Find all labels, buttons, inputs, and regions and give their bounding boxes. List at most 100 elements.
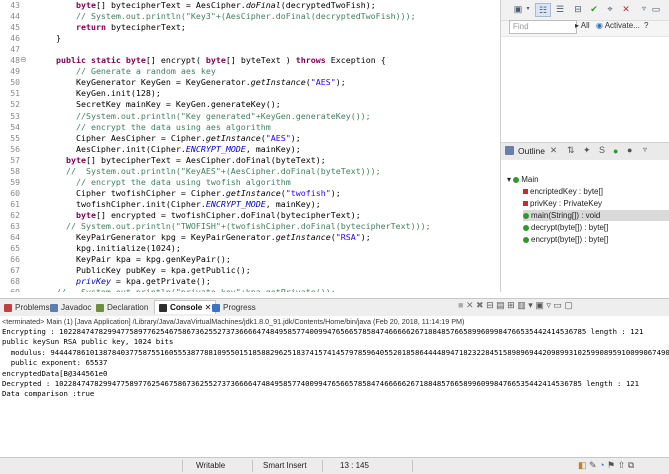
code-token: AesCipher.init(Cipher. — [36, 143, 186, 154]
tray-icon[interactable]: ⚑ — [607, 460, 615, 470]
code-line[interactable]: PublicKey pubKey = kpa.getPublic(); — [36, 265, 251, 276]
tab-console[interactable]: Console ✕ — [154, 300, 217, 314]
task-list-area — [501, 36, 669, 143]
view-menu-icon[interactable]: ▿ — [643, 145, 647, 154]
code-line[interactable]: KeyGen.init(128); — [36, 88, 161, 99]
collapse-all-icon[interactable]: ⊟ — [571, 3, 585, 15]
outline-member-item[interactable]: encrypt(byte[]) : byte[] — [523, 234, 608, 245]
remove-launch-icon[interactable]: ✕ — [466, 300, 474, 310]
remove-all-icon[interactable]: ✖ — [476, 300, 484, 310]
code-token: PublicKey pubKey = kpa.getPublic(); — [36, 265, 251, 276]
code-line[interactable]: kpg.initialize(1024); — [36, 243, 181, 254]
code-line[interactable]: Cipher twofishCipher = Cipher.getInstanc… — [36, 188, 341, 199]
terminate-icon[interactable]: ■ — [458, 300, 463, 310]
code-line[interactable]: // encrypt the data using aes algorithm — [36, 122, 271, 133]
word-wrap-icon[interactable]: ▥ — [517, 300, 526, 310]
code-line[interactable]: Cipher AesCipher = Cipher.getInstance("A… — [36, 133, 301, 144]
hide-local-types-icon[interactable]: ● — [627, 145, 632, 155]
outline-member-item[interactable]: main(String[]) : void — [523, 210, 669, 221]
class-icon — [513, 176, 520, 183]
code-line[interactable]: privKey = kpa.getPrivate(); — [36, 276, 211, 287]
code-line[interactable]: byte[] bytecipherText = AesCipher.doFina… — [36, 155, 326, 166]
outline-member-item[interactable]: privKey : PrivateKey — [523, 198, 602, 209]
sync-icon[interactable]: ✔ — [587, 3, 601, 15]
code-line[interactable]: KeyPair kpa = kpg.genKeyPair(); — [36, 254, 231, 265]
tray-icon[interactable]: ◧ — [578, 460, 587, 470]
code-line[interactable]: // System.out.println("private key"+kpa.… — [36, 287, 336, 292]
code-line[interactable]: public static byte[] encrypt( byte[] byt… — [36, 55, 386, 66]
console-line: Encrypting : 102284747829947758977625467… — [2, 327, 644, 336]
chevron-right-icon[interactable]: ▸ — [575, 21, 579, 30]
open-console-icon[interactable]: ▣ — [535, 300, 544, 310]
tray-icon[interactable]: ⧉ — [628, 460, 634, 470]
code-line[interactable]: } — [36, 33, 61, 44]
clear-console-icon[interactable]: ▤ — [496, 300, 505, 310]
code-line[interactable]: // System.out.println("Key3"+(AesCipher.… — [36, 11, 416, 22]
code-line[interactable]: // System.out.println("TWOFISH"+(twofish… — [36, 221, 431, 232]
code-line[interactable]: AesCipher.init(Cipher.ENCRYPT_MODE, main… — [36, 144, 301, 155]
tray-icon[interactable]: ⇧ — [618, 460, 626, 470]
sort-icon[interactable]: ⇅ — [567, 145, 575, 156]
outline-class-item[interactable]: ▾ Main — [507, 174, 539, 185]
code-token: ); — [360, 232, 371, 243]
view-menu-icon[interactable]: ▿ — [546, 300, 551, 310]
tab-declaration[interactable]: Declaration — [96, 301, 148, 314]
line-number: 58 — [10, 165, 20, 176]
code-line[interactable]: twofishCipher.init(Cipher.ENCRYPT_MODE, … — [36, 199, 321, 210]
outline-member-item[interactable]: decrypt(byte[]) : byte[] — [523, 222, 608, 233]
close-icon[interactable]: ✕ — [550, 145, 557, 156]
code-token: //System.out.println("Key generated"+Key… — [36, 110, 371, 121]
dropdown-arrow-icon[interactable]: ▾ — [521, 3, 535, 15]
code-line[interactable]: byte[] encrypted = twofishCipher.doFinal… — [36, 210, 361, 221]
display-selected-icon[interactable]: ▾ — [528, 300, 533, 310]
outline-member-item[interactable]: encriptedKey : byte[] — [523, 186, 603, 197]
pin-icon[interactable]: ⊞ — [507, 300, 515, 310]
code-token: public static byte — [55, 55, 146, 66]
hide-static-icon[interactable]: S — [599, 145, 605, 155]
find-input[interactable]: Find — [509, 20, 577, 34]
minimize-icon[interactable]: ▭ — [649, 3, 663, 15]
fold-toggle-icon[interactable]: ⊖ — [20, 55, 27, 64]
minimize-icon[interactable]: ▭ — [553, 300, 562, 310]
code-line[interactable]: //System.out.println("Key generated"+Key… — [36, 111, 371, 122]
code-token: ); — [330, 187, 341, 198]
close-icon[interactable]: ✕ — [202, 303, 212, 312]
code-line[interactable]: byte[] bytecipherText = AesCipher.doFina… — [36, 0, 376, 11]
tab-outline[interactable]: Outline — [518, 146, 545, 156]
tab-problems[interactable]: Problems — [4, 301, 50, 314]
tab-progress[interactable]: Progress — [212, 301, 256, 314]
hide-nonpublic-icon[interactable]: ● — [613, 146, 618, 156]
categorize-icon[interactable]: ☷ — [535, 3, 551, 17]
focus-icon[interactable]: ⌖ — [603, 3, 617, 15]
lock-scroll-icon[interactable]: ⊟ — [486, 300, 494, 310]
filter-controls: ▸ All ◉ Activate... ? — [575, 21, 649, 30]
line-number: 59 — [10, 176, 20, 187]
activate-link[interactable]: Activate... — [605, 21, 640, 30]
hide-fields-icon[interactable]: ✦ — [583, 145, 591, 156]
filter-icon[interactable]: ☰ — [553, 3, 567, 15]
console-output[interactable]: <terminated> Main (1) [Java Application]… — [0, 316, 669, 457]
code-line[interactable]: return bytecipherText; — [36, 22, 186, 33]
maximize-icon[interactable]: ▢ — [564, 300, 573, 310]
help-icon[interactable]: ? — [644, 21, 648, 30]
tray-icon[interactable]: ✎ — [589, 460, 597, 470]
code-line[interactable]: // Generate a random aes key — [36, 66, 216, 77]
line-number: 50 — [10, 77, 20, 88]
remove-icon[interactable]: ✕ — [619, 3, 633, 15]
outline-item-label: privKey : PrivateKey — [530, 199, 603, 208]
code-line[interactable]: // System.out.println("KeyAES"+(AesCiphe… — [36, 166, 381, 177]
activate-icon[interactable]: ◉ — [596, 21, 603, 30]
code-area[interactable]: byte[] bytecipherText = AesCipher.doFina… — [36, 0, 500, 292]
code-line[interactable]: // encrypt the data using twofish algori… — [36, 177, 291, 188]
code-line[interactable]: KeyGenerator KeyGen = KeyGenerator.getIn… — [36, 77, 346, 88]
tab-javadoc[interactable]: Javadoc — [50, 301, 92, 314]
code-token: = kpa.getPrivate(); — [110, 276, 211, 287]
code-line[interactable]: SecretKey mainKey = KeyGen.generateKey()… — [36, 99, 281, 110]
code-line[interactable]: KeyPairGenerator kpg = KeyPairGenerator.… — [36, 232, 371, 243]
code-token: SecretKey mainKey = KeyGen.generateKey()… — [36, 99, 281, 110]
cursor-position: 13 : 145 — [340, 461, 369, 470]
all-filter-link[interactable]: All — [581, 21, 590, 30]
tray-icon[interactable]: ◔ — [599, 460, 604, 470]
code-editor[interactable]: 43 44 45 46 47 48 ⊖ 49 50 51 52 53 54 55 56 57 58 59 60 61 6… — [0, 0, 501, 292]
code-token: // encrypt the data using aes algorithm — [36, 121, 271, 132]
